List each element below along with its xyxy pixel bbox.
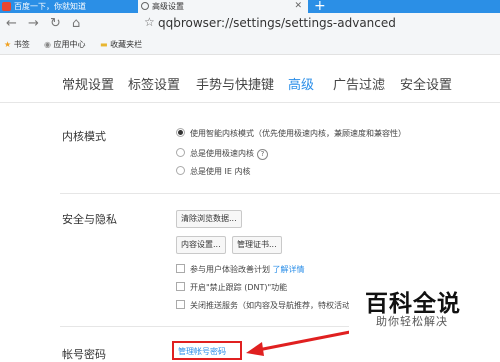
address-bar: ← → ↻ ⌂ ☆ qqbrowser://settings/settings-…: [0, 13, 500, 36]
globe-icon: ◉: [44, 40, 51, 49]
checkbox-experience-plan[interactable]: [176, 264, 185, 273]
bookmarks-bar: ★ 书签 ◉ 应用中心 ▬ 收藏夹栏: [0, 36, 500, 55]
tab-advanced[interactable]: 高级: [288, 74, 314, 93]
baidu-favicon-icon: [2, 2, 11, 11]
tab-label: 高级设置: [152, 2, 184, 11]
content-settings-button[interactable]: 内容设置...: [176, 236, 226, 254]
clear-browsing-data-button[interactable]: 清除浏览数据...: [176, 210, 242, 228]
tab-security[interactable]: 安全设置: [400, 74, 452, 93]
checkbox-push-service-label: 关闭推送服务（如内容及导航推荐，特权活动等: [190, 301, 358, 310]
tab-ad-filter[interactable]: 广告过滤: [333, 74, 385, 93]
radio-smart-kernel-label: 使用智能内核模式（优先使用极速内核，兼顾速度和兼容性）: [190, 129, 406, 138]
tab-baidu[interactable]: 百度一下，你就知道: [0, 0, 138, 13]
refresh-icon[interactable]: ↻: [50, 16, 61, 31]
settings-favicon-icon: [141, 2, 149, 10]
settings-nav: 常规设置 标签设置 手势与快捷键 高级 广告过滤 安全设置: [0, 58, 500, 103]
tab-label: 百度一下，你就知道: [14, 2, 86, 11]
radio-smart-kernel[interactable]: [176, 128, 185, 137]
radio-ie-kernel-label: 总是使用 IE 内核: [190, 167, 251, 176]
bookmark-item-bookmarks[interactable]: ★ 书签: [4, 39, 30, 50]
checkbox-experience-plan-label: 参与用户体验改善计划 了解详情: [190, 265, 305, 274]
close-tab-icon[interactable]: ✕: [294, 0, 302, 13]
new-tab-icon[interactable]: +: [314, 0, 326, 14]
radio-fast-kernel[interactable]: [176, 148, 185, 157]
learn-more-link[interactable]: 了解详情: [273, 265, 305, 274]
highlight-box: [172, 341, 242, 360]
forward-icon[interactable]: →: [28, 16, 39, 31]
tab-bar: 百度一下，你就知道 高级设置 ✕ +: [0, 0, 500, 14]
divider: [60, 193, 500, 194]
tab-general[interactable]: 常规设置: [62, 74, 114, 93]
home-icon[interactable]: ⌂: [72, 16, 80, 31]
manage-certificates-button[interactable]: 管理证书...: [232, 236, 282, 254]
bookmark-item-app-center[interactable]: ◉ 应用中心: [44, 39, 86, 50]
tab-gestures-shortcuts[interactable]: 手势与快捷键: [196, 74, 274, 93]
tab-tabs[interactable]: 标签设置: [128, 74, 180, 93]
bookmark-item-favorites-bar[interactable]: ▬ 收藏夹栏: [100, 39, 142, 50]
radio-fast-kernel-label: 总是使用极速内核?: [190, 148, 268, 160]
tab-advanced-settings[interactable]: 高级设置 ✕: [138, 0, 308, 13]
kernel-mode-title: 内核模式: [62, 130, 106, 143]
folder-icon: ▬: [100, 40, 108, 49]
checkbox-push-service[interactable]: [176, 300, 185, 309]
security-privacy-title: 安全与隐私: [62, 213, 117, 226]
favorite-star-icon[interactable]: ☆: [144, 15, 155, 29]
help-icon[interactable]: ?: [257, 149, 268, 160]
radio-ie-kernel[interactable]: [176, 166, 185, 175]
checkbox-dnt-label: 开启"禁止跟踪 (DNT)"功能: [190, 283, 288, 292]
bookmark-star-icon: ★: [4, 40, 12, 49]
watermark-subtitle: 助你轻松解决: [376, 315, 448, 328]
red-arrow-annotation: [246, 330, 351, 356]
checkbox-dnt[interactable]: [176, 282, 185, 291]
back-icon[interactable]: ←: [6, 16, 17, 31]
url-field[interactable]: qqbrowser://settings/settings-advanced: [158, 16, 396, 30]
